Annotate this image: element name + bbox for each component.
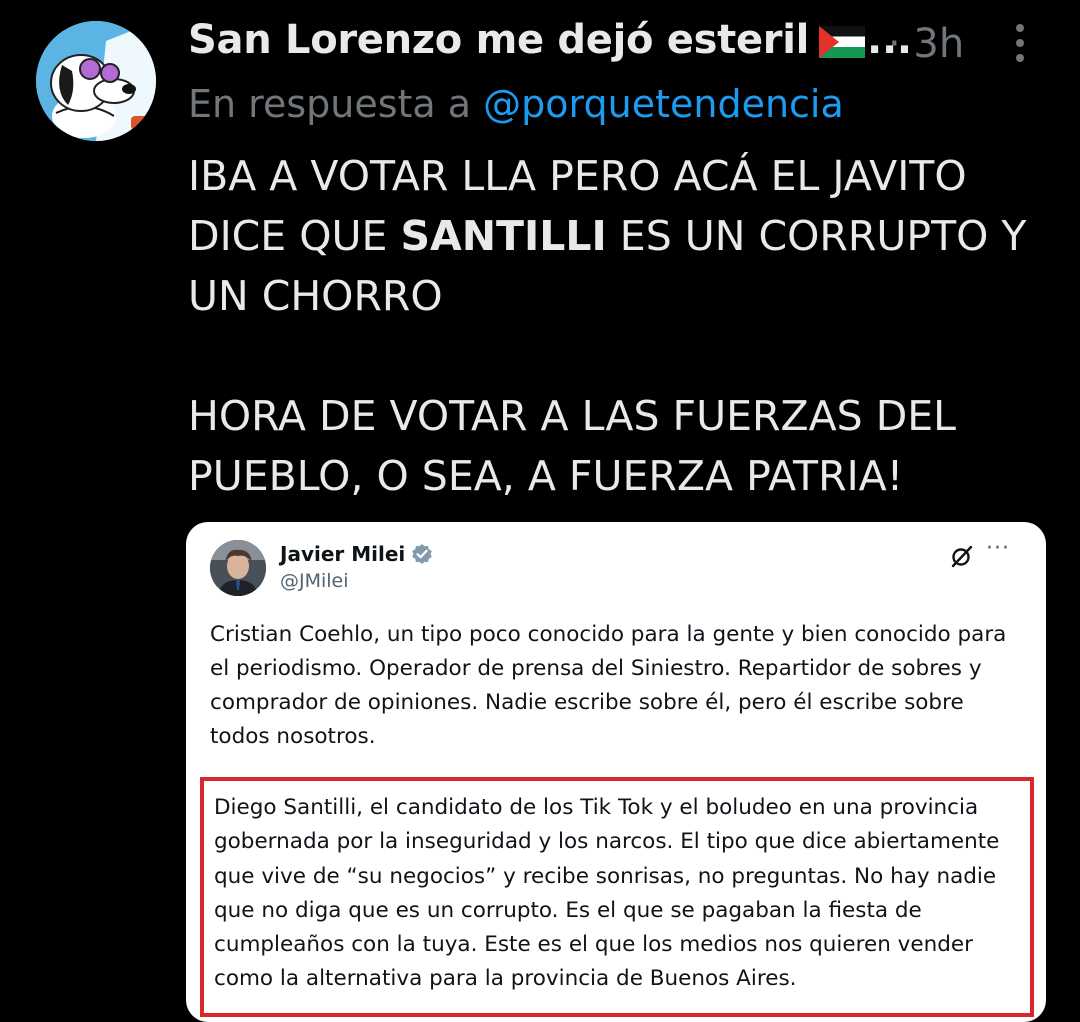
reply-handle-link[interactable]: @porquetendencia (483, 82, 844, 126)
author-name[interactable]: San Lorenzo me dejó esteril ... (188, 17, 912, 63)
post-text: IBA A VOTAR LLA PERO ACÁ EL JAVITO DICE … (188, 146, 1068, 506)
post-text-line-5: PUEBLO, O SEA, A FUERZA PATRIA! (188, 452, 904, 500)
post-text-highlight-name: SANTILLI (400, 212, 607, 260)
post-text-line-2-pre: DICE QUE (188, 212, 401, 260)
verified-badge-icon (412, 544, 433, 564)
post-text-line-3: UN CHORRO (188, 272, 443, 320)
author-name-text: San Lorenzo me dejó esteril (188, 17, 810, 63)
quoted-more-icon[interactable]: ··· (986, 536, 1010, 561)
post-time[interactable]: · 3h (888, 21, 964, 67)
post-text-line-2-post: ES UN CORRUPTO Y (606, 212, 1027, 260)
person-avatar-icon (210, 540, 266, 596)
quoted-paragraph-1: Cristian Coehlo, un tipo poco conocido p… (210, 622, 1007, 749)
quoted-author-name[interactable]: Javier Milei (280, 542, 433, 566)
reply-context: En respuesta a @porquetendencia (188, 82, 844, 126)
palestine-flag-icon (819, 26, 866, 58)
quoted-author-handle[interactable]: @JMilei (280, 570, 349, 592)
quoted-paragraph-2-highlighted: Diego Santilli, el candidato de los Tik … (200, 777, 1034, 1017)
reply-prefix: En respuesta a (188, 82, 472, 126)
grok-icon[interactable] (950, 544, 974, 568)
post-text-line-4: HORA DE VOTAR A LAS FUERZAS DEL (188, 392, 957, 440)
quoted-author-name-text: Javier Milei (280, 542, 406, 566)
avatar[interactable] (36, 21, 156, 141)
quoted-post-card[interactable]: Javier Milei @JMilei ··· Cristian Coehlo… (186, 522, 1046, 1022)
more-options-icon[interactable] (1008, 24, 1032, 68)
quoted-author-avatar[interactable] (210, 540, 266, 596)
post-text-line-1: IBA A VOTAR LLA PERO ACÁ EL JAVITO (188, 152, 967, 200)
snoopy-avatar-icon (36, 21, 156, 141)
post-text-line-2: DICE QUE SANTILLI ES UN CORRUPTO Y (188, 206, 1068, 266)
